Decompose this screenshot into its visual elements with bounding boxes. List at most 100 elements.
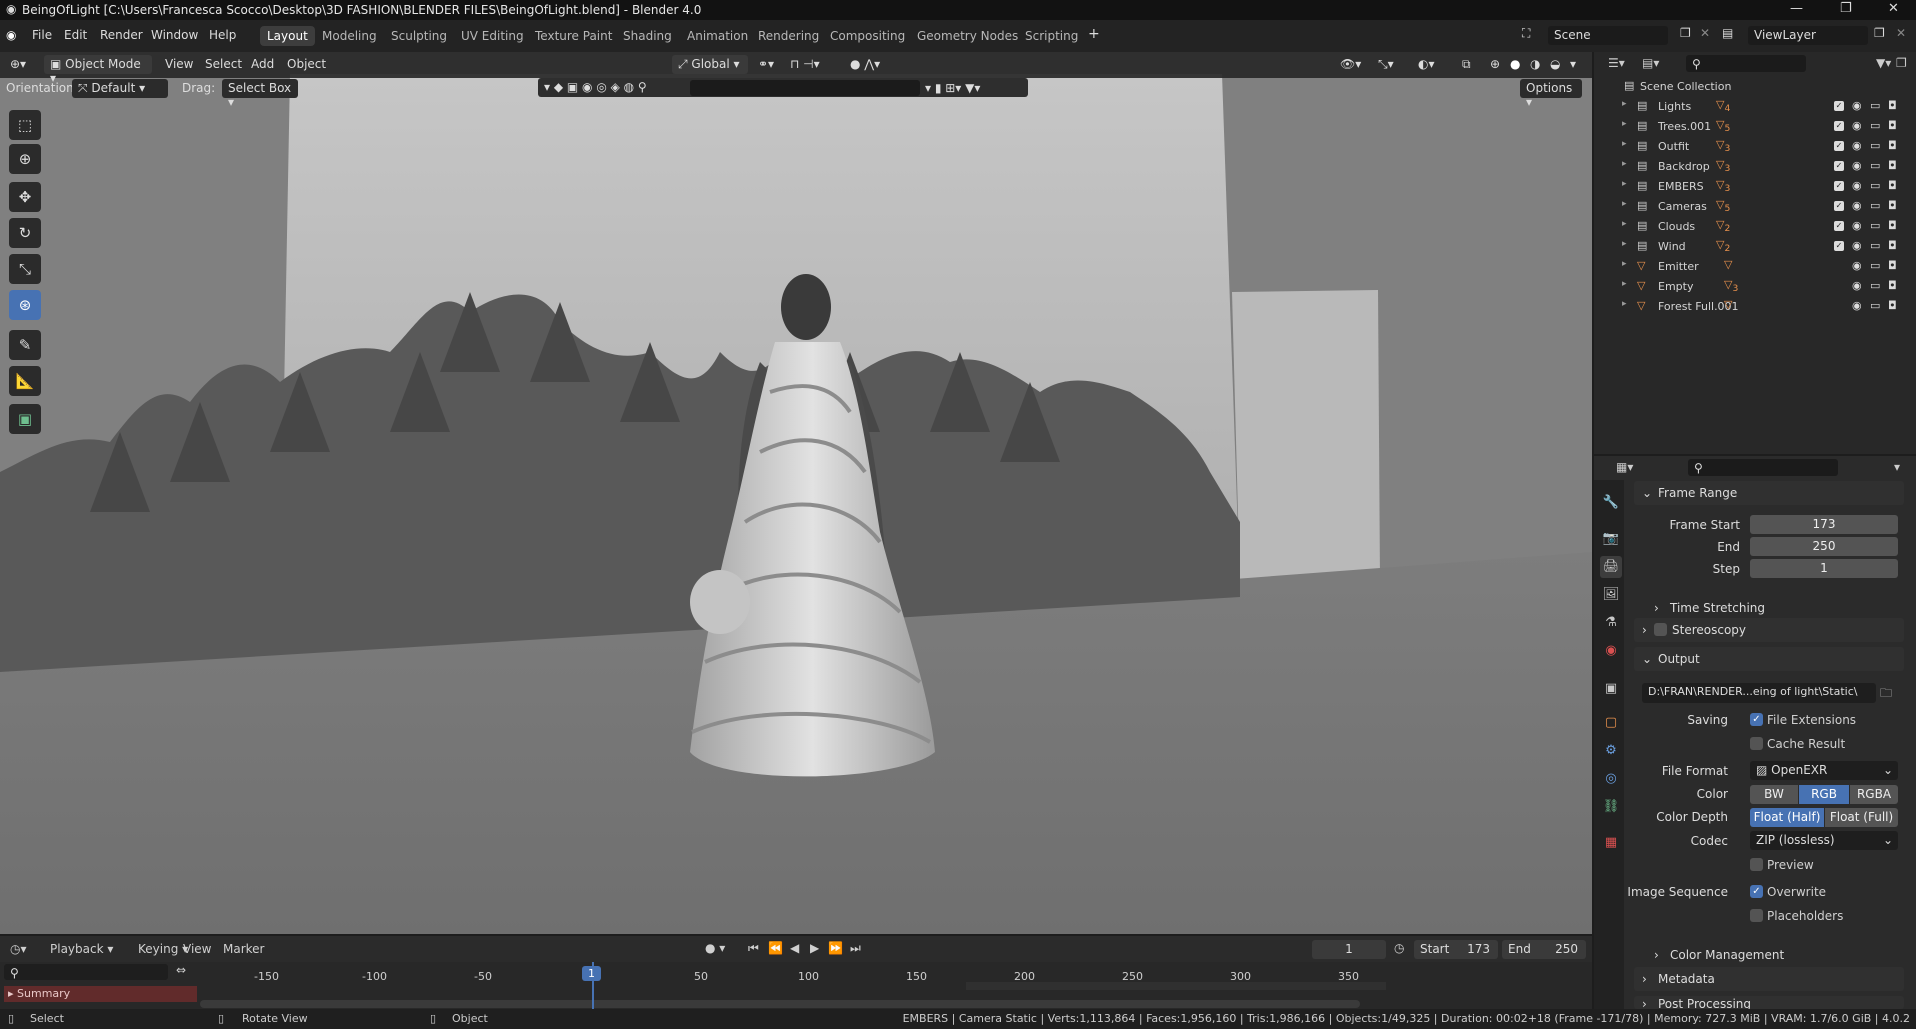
scene-icon[interactable]: ⛶ bbox=[1522, 26, 1530, 41]
file-extensions-checkbox[interactable]: ✓ bbox=[1750, 713, 1763, 726]
menu-window[interactable]: Window bbox=[151, 28, 198, 42]
delete-scene-icon[interactable]: ✕ bbox=[1700, 26, 1710, 40]
jump-end-icon[interactable]: ⏭ bbox=[850, 941, 861, 956]
new-collection-icon[interactable]: ❐ bbox=[1896, 56, 1907, 70]
start-frame-field[interactable]: Start 173 bbox=[1414, 940, 1498, 959]
record-icon[interactable]: ● ▾ bbox=[705, 941, 725, 955]
preview-checkbox[interactable] bbox=[1750, 858, 1763, 871]
add-cube-tool[interactable]: ▣ bbox=[9, 404, 41, 434]
viewport-disable-icon[interactable]: ▭ bbox=[1870, 219, 1880, 232]
outliner-item[interactable]: ▸ ▤ Lights ▽4 ✓ ◉ ▭ ◘ bbox=[1594, 96, 1916, 116]
folder-icon[interactable]: 🗀 bbox=[1880, 684, 1892, 705]
swap-icon[interactable]: ⇔ bbox=[176, 963, 186, 977]
outliner-editor-icon[interactable]: ☰▾ bbox=[1608, 56, 1625, 70]
render-disable-icon[interactable]: ◘ bbox=[1888, 99, 1897, 112]
outliner-item[interactable]: ▸ ▤ Trees.001 ▽5 ✓ ◉ ▭ ◘ bbox=[1594, 116, 1916, 136]
clock-icon[interactable]: ◷ bbox=[1394, 941, 1404, 955]
delete-view-layer-icon[interactable]: ✕ bbox=[1896, 26, 1906, 40]
codec-dropdown[interactable]: ZIP (lossless) ⌄ bbox=[1750, 831, 1898, 850]
tab-modeling[interactable]: Modeling bbox=[315, 26, 384, 46]
summary-row[interactable]: ▸ Summary bbox=[4, 986, 197, 1002]
render-disable-icon[interactable]: ◘ bbox=[1888, 179, 1897, 192]
orientation-dropdown[interactable]: ⤧ Default ▾ bbox=[72, 79, 168, 98]
eye-icon[interactable]: ◉ bbox=[1852, 99, 1862, 112]
new-view-layer-icon[interactable]: ❐ bbox=[1874, 26, 1885, 40]
view-layer-field[interactable]: ViewLayer bbox=[1748, 26, 1868, 45]
post-processing-header[interactable]: › Post Processing bbox=[1634, 996, 1904, 1009]
tab-texture-paint[interactable]: Texture Paint bbox=[528, 26, 619, 46]
filter-icons[interactable]: ▾ ◆ ▣ ◉ ◎ ◈ ◍ ⚲ bbox=[544, 80, 647, 94]
outliner-search-input[interactable]: ⚲ bbox=[1686, 55, 1806, 72]
tab-geometry-nodes[interactable]: Geometry Nodes bbox=[910, 26, 1025, 46]
blender-menu-icon[interactable]: ◉ bbox=[6, 28, 16, 42]
viewport-disable-icon[interactable]: ▭ bbox=[1870, 179, 1880, 192]
expand-arrow-icon[interactable]: ▸ bbox=[1622, 179, 1627, 189]
modifier-tab-icon[interactable]: ⚙ bbox=[1600, 740, 1622, 762]
expand-arrow-icon[interactable]: ▸ bbox=[1622, 259, 1627, 269]
tab-rendering[interactable]: Rendering bbox=[751, 26, 826, 46]
exclude-checkbox[interactable]: ✓ bbox=[1834, 201, 1844, 211]
timeline-scrollbar[interactable] bbox=[200, 1000, 1360, 1008]
menu-edit[interactable]: Edit bbox=[64, 28, 87, 42]
end-frame-field[interactable]: End 250 bbox=[1502, 940, 1586, 959]
depth-full-button[interactable]: Float (Full) bbox=[1825, 808, 1898, 827]
time-stretching-header[interactable]: › Time Stretching bbox=[1646, 596, 1904, 620]
viewport-search-input[interactable] bbox=[690, 80, 920, 96]
properties-editor-icon[interactable]: ▦▾ bbox=[1616, 460, 1633, 474]
exclude-checkbox[interactable]: ✓ bbox=[1834, 121, 1844, 131]
collection-tab-icon[interactable]: ▣ bbox=[1600, 678, 1622, 700]
filter-icon[interactable]: ▼▾ bbox=[1876, 56, 1891, 70]
scene-field[interactable]: Scene bbox=[1548, 26, 1668, 45]
maximize-icon[interactable]: ❐ bbox=[1840, 1, 1852, 16]
eye-icon[interactable]: ◉ bbox=[1852, 239, 1862, 252]
depth-half-button[interactable]: Float (Half) bbox=[1750, 808, 1824, 827]
move-tool[interactable]: ✥ bbox=[9, 182, 41, 212]
render-disable-icon[interactable]: ◘ bbox=[1888, 199, 1897, 212]
tab-layout[interactable]: Layout bbox=[260, 26, 315, 46]
menu-select[interactable]: Select bbox=[205, 57, 242, 71]
editor-type-icon[interactable]: ⊕▾ bbox=[10, 57, 26, 71]
menu-playback[interactable]: Playback ▾ bbox=[50, 942, 113, 956]
world-tab-icon[interactable]: ◉ bbox=[1600, 640, 1622, 662]
menu-object[interactable]: Object bbox=[287, 57, 326, 71]
expand-arrow-icon[interactable]: ▸ bbox=[1622, 199, 1627, 209]
exclude-checkbox[interactable]: ✓ bbox=[1834, 141, 1844, 151]
render-disable-icon[interactable]: ◘ bbox=[1888, 119, 1897, 132]
solid-shading-icon[interactable]: ● bbox=[1510, 57, 1520, 71]
minimize-icon[interactable]: — bbox=[1790, 1, 1803, 16]
color-bw-button[interactable]: BW bbox=[1750, 785, 1798, 804]
gizmo-icon[interactable]: ⤡▾ bbox=[1378, 57, 1394, 72]
exclude-checkbox[interactable]: ✓ bbox=[1834, 181, 1844, 191]
viewport-disable-icon[interactable]: ▭ bbox=[1870, 299, 1880, 312]
timeline-search-input[interactable]: ⚲ bbox=[4, 964, 168, 980]
play-reverse-icon[interactable]: ◀ bbox=[790, 941, 799, 955]
viewport-disable-icon[interactable]: ▭ bbox=[1870, 239, 1880, 252]
scene-collection-row[interactable]: ▤ Scene Collection bbox=[1594, 76, 1916, 96]
frame-end-field[interactable]: 250 bbox=[1750, 537, 1898, 556]
viewport-disable-icon[interactable]: ▭ bbox=[1870, 279, 1880, 292]
render-disable-icon[interactable]: ◘ bbox=[1888, 259, 1897, 272]
exclude-checkbox[interactable]: ✓ bbox=[1834, 221, 1844, 231]
expand-arrow-icon[interactable]: ▸ bbox=[1622, 299, 1627, 309]
rotate-tool[interactable]: ↻ bbox=[9, 218, 41, 248]
eye-icon[interactable]: ◉ bbox=[1852, 199, 1862, 212]
output-path-field[interactable]: D:\FRAN\RENDER...eing of light\Static\ bbox=[1642, 683, 1876, 703]
viewport-disable-icon[interactable]: ▭ bbox=[1870, 159, 1880, 172]
transform-orientation-dropdown[interactable]: ⤢ Global ▾ bbox=[672, 55, 748, 74]
outliner-item[interactable]: ▸ ▤ EMBERS ▽3 ✓ ◉ ▭ ◘ bbox=[1594, 176, 1916, 196]
output-header[interactable]: ⌄ Output bbox=[1634, 647, 1904, 671]
current-frame-field[interactable]: 1 bbox=[1312, 940, 1386, 959]
tab-sculpting[interactable]: Sculpting bbox=[384, 26, 454, 46]
playhead-frame[interactable]: 1 bbox=[582, 966, 601, 981]
new-scene-icon[interactable]: ❐ bbox=[1680, 26, 1691, 40]
snap-icon[interactable]: ⊓ ⊣▾ bbox=[790, 57, 820, 71]
render-disable-icon[interactable]: ◘ bbox=[1888, 299, 1897, 312]
menu-keying[interactable]: Keying ▾ bbox=[138, 942, 188, 956]
render-disable-icon[interactable]: ◘ bbox=[1888, 279, 1897, 292]
exclude-checkbox[interactable]: ✓ bbox=[1834, 101, 1844, 111]
material-shading-icon[interactable]: ◑ bbox=[1530, 57, 1540, 71]
viewport-disable-icon[interactable]: ▭ bbox=[1870, 199, 1880, 212]
menu-marker[interactable]: Marker bbox=[223, 942, 264, 956]
eye-icon[interactable]: ◉ bbox=[1852, 179, 1862, 192]
eye-icon[interactable]: ◉ bbox=[1852, 159, 1862, 172]
